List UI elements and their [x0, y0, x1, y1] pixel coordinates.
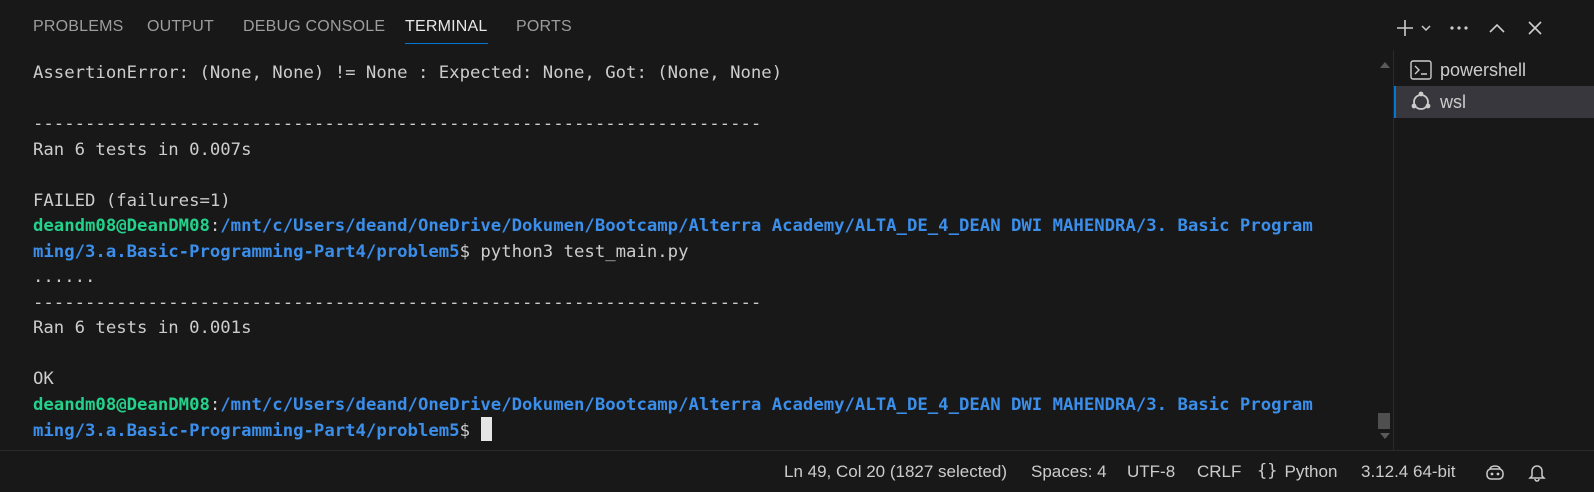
close-icon: [1528, 21, 1542, 35]
terminal-profile-dropdown[interactable]: [1418, 10, 1434, 46]
prompt-user: deandm08@DeanDM08: [33, 395, 210, 415]
ubuntu-icon: [1408, 90, 1434, 114]
terminal-line: OK: [33, 369, 54, 389]
command-text: $ python3 test_main.py: [459, 242, 689, 262]
tab-ports[interactable]: PORTS: [516, 18, 572, 36]
prompt-line: deandm08@DeanDM08:/mnt/c/Users/deand/One…: [33, 392, 1313, 418]
prompt-separator: :: [209, 216, 221, 236]
terminal-line: AssertionError: (None, None) != None : E…: [33, 63, 783, 83]
terminal-output[interactable]: AssertionError: (None, None) != None : E…: [0, 55, 1400, 450]
copilot-icon: [1486, 464, 1504, 480]
tab-terminal[interactable]: TERMINAL: [405, 18, 488, 44]
terminal-line: Ran 6 tests in 0.001s: [33, 318, 252, 338]
status-encoding[interactable]: UTF-8: [1127, 451, 1175, 492]
panel-tab-bar: PROBLEMS OUTPUT DEBUG CONSOLE TERMINAL P…: [0, 0, 1594, 50]
tab-output[interactable]: OUTPUT: [147, 18, 214, 36]
terminal-cursor: [481, 417, 493, 441]
terminal-icon: [1408, 58, 1434, 82]
terminal-item-label: wsl: [1440, 91, 1466, 112]
prompt-path: ming/3.a.Basic-Programming-Part4/problem…: [33, 242, 460, 262]
terminal-scrollbar[interactable]: [1376, 55, 1390, 450]
status-interpreter[interactable]: 3.12.4 64-bit: [1361, 451, 1456, 492]
tab-debug-console[interactable]: DEBUG CONSOLE: [243, 18, 385, 36]
prompt-path: /mnt/c/Users/deand/OneDrive/Dokumen/Boot…: [220, 216, 1313, 236]
terminal-list: powershell wsl: [1393, 50, 1594, 450]
status-copilot-button[interactable]: [1484, 451, 1506, 492]
prompt-path: ming/3.a.Basic-Programming-Part4/problem…: [33, 421, 460, 441]
scroll-up-arrow-icon[interactable]: [1380, 62, 1390, 68]
more-icon: [1450, 26, 1468, 30]
plus-icon: [1397, 20, 1413, 36]
braces-icon: {}: [1257, 461, 1278, 481]
tab-problems[interactable]: PROBLEMS: [33, 18, 124, 36]
maximize-panel-button[interactable]: [1484, 10, 1510, 46]
terminal-line: ----------------------------------------…: [33, 293, 762, 313]
status-eol[interactable]: CRLF: [1197, 451, 1241, 492]
terminal-line: ......: [33, 267, 96, 287]
prompt-line-continued: ming/3.a.Basic-Programming-Part4/problem…: [33, 239, 688, 265]
prompt-user: deandm08@DeanDM08: [33, 216, 210, 236]
scrollbar-thumb[interactable]: [1378, 413, 1390, 429]
status-bar: Ln 49, Col 20 (1827 selected) Spaces: 4 …: [0, 450, 1594, 492]
bell-icon: [1528, 464, 1546, 482]
terminal-item-powershell[interactable]: powershell: [1394, 54, 1594, 86]
terminal-line: ----------------------------------------…: [33, 114, 762, 134]
terminal-line: FAILED (failures=1): [33, 191, 231, 211]
command-text: $: [459, 421, 481, 441]
status-language[interactable]: {} Python: [1257, 451, 1337, 492]
close-panel-button[interactable]: [1522, 10, 1548, 46]
status-language-label: Python: [1284, 462, 1338, 481]
status-notifications-button[interactable]: [1527, 451, 1547, 492]
terminal-line: Ran 6 tests in 0.007s: [33, 140, 252, 160]
status-cursor-position[interactable]: Ln 49, Col 20 (1827 selected): [784, 451, 1007, 492]
prompt-path: /mnt/c/Users/deand/OneDrive/Dokumen/Boot…: [220, 395, 1313, 415]
prompt-line-continued: ming/3.a.Basic-Programming-Part4/problem…: [33, 417, 493, 443]
new-terminal-button[interactable]: [1392, 10, 1418, 46]
more-actions-button[interactable]: [1446, 10, 1472, 46]
terminal-item-label: powershell: [1440, 59, 1527, 80]
terminal-item-wsl[interactable]: wsl: [1394, 86, 1594, 118]
scroll-down-arrow-icon[interactable]: [1380, 433, 1390, 439]
prompt-line: deandm08@DeanDM08:/mnt/c/Users/deand/One…: [33, 213, 1313, 239]
chevron-down-icon: [1421, 25, 1431, 32]
chevron-up-icon: [1489, 23, 1505, 33]
status-indentation[interactable]: Spaces: 4: [1031, 451, 1107, 492]
prompt-separator: :: [209, 395, 221, 415]
